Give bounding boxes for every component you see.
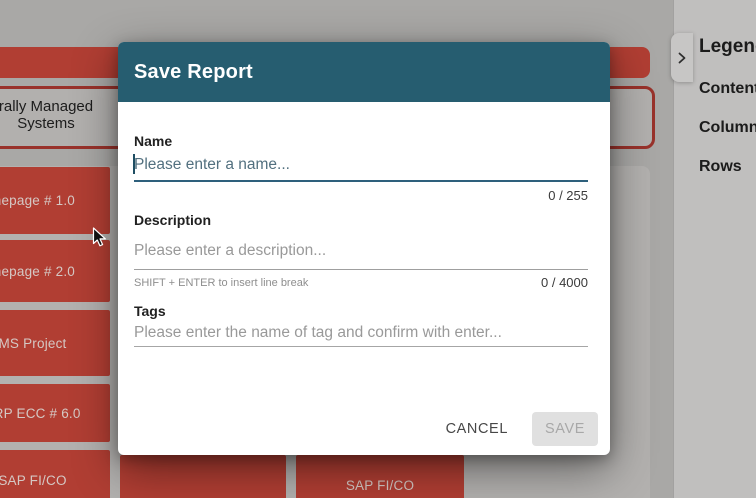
app-screen: rally Managed Systems mepage # 1.0 mepag… (0, 0, 756, 498)
legend-section-rows: Rows (699, 158, 742, 176)
grid-cell-sap-fico-left[interactable]: SAP FI/CO (0, 450, 110, 498)
cell-label: ERP ECC # 6.0 (0, 406, 81, 421)
description-hint: SHIFT + ENTER to insert line break (134, 277, 308, 289)
dialog-header: Save Report (118, 42, 610, 102)
name-input[interactable] (134, 150, 588, 182)
cell-label: SAP FI/CO (346, 478, 414, 493)
description-input[interactable] (134, 232, 588, 270)
legend-section-columns: Columns (699, 119, 756, 137)
managed-systems-label: rally Managed Systems (0, 98, 119, 132)
grid-cell-bottom-blank[interactable] (120, 455, 286, 498)
grid-cell-ms-project[interactable]: MS Project (0, 310, 110, 376)
name-char-counter: 0 / 255 (548, 188, 588, 203)
description-label: Description (134, 212, 211, 228)
save-report-dialog: Save Report Name 0 / 255 Description SHI… (118, 42, 610, 455)
description-char-counter: 0 / 4000 (541, 275, 588, 290)
chevron-right-icon (677, 52, 687, 64)
cell-label: mepage # 2.0 (0, 264, 75, 279)
cell-label: mepage # 1.0 (0, 193, 75, 208)
grid-cell-erp-ecc[interactable]: ERP ECC # 6.0 (0, 384, 110, 442)
legend-title: Legend (699, 36, 756, 58)
tags-label: Tags (134, 303, 166, 319)
sidebar-collapse-button[interactable] (671, 33, 693, 82)
text-caret (133, 154, 135, 174)
cell-label: MS Project (0, 336, 67, 351)
dialog-title: Save Report (134, 61, 253, 84)
tags-input[interactable] (134, 319, 588, 347)
cell-label: SAP FI/CO (0, 473, 67, 488)
grid-cell-homepage-1[interactable]: mepage # 1.0 (0, 167, 110, 234)
save-button[interactable]: SAVE (532, 412, 598, 446)
name-label: Name (134, 133, 172, 149)
dialog-actions: CANCEL SAVE (432, 411, 598, 447)
legend-section-content: Content (699, 80, 756, 98)
grid-cell-sap-fico-bottom[interactable]: SAP FI/CO (296, 455, 464, 498)
mouse-cursor (92, 227, 108, 254)
cancel-button[interactable]: CANCEL (432, 413, 522, 445)
